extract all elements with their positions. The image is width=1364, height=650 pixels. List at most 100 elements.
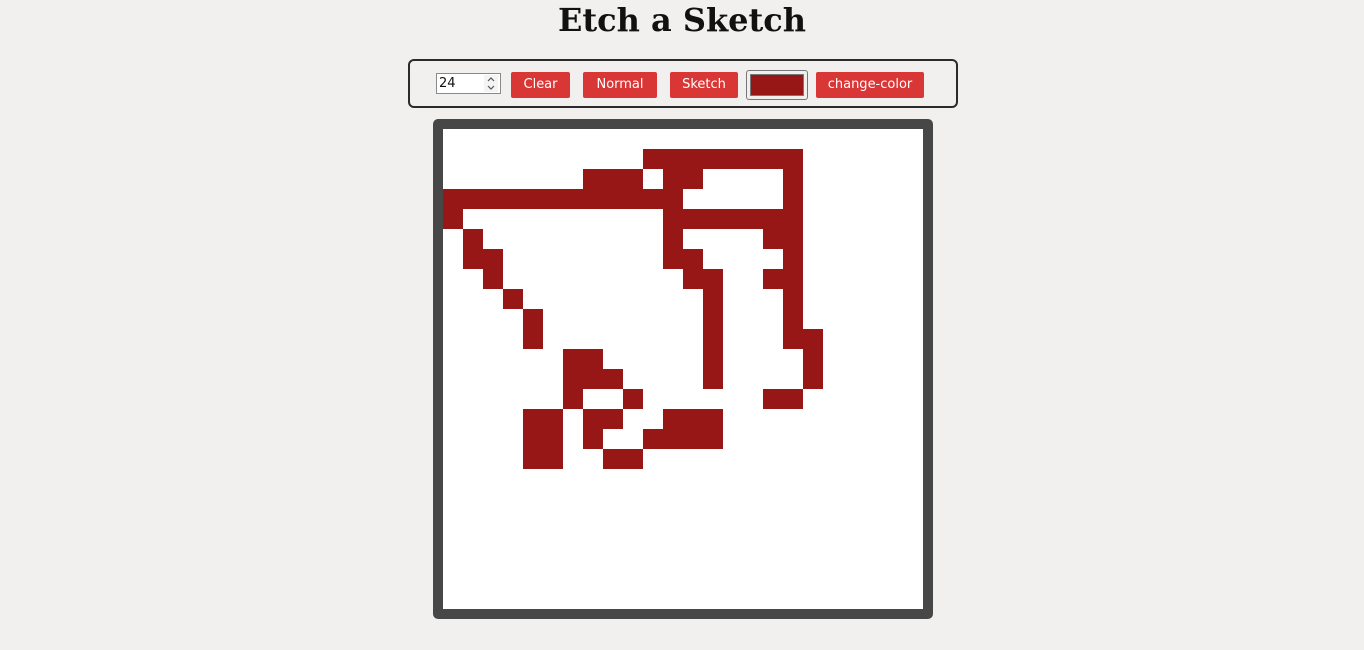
grid-cell[interactable] xyxy=(703,189,723,209)
grid-cell[interactable] xyxy=(803,409,823,429)
grid-cell[interactable] xyxy=(903,229,923,249)
grid-cell[interactable] xyxy=(823,469,843,489)
grid-cell[interactable] xyxy=(603,449,623,469)
grid-cell[interactable] xyxy=(783,369,803,389)
grid-cell[interactable] xyxy=(863,129,883,149)
grid-cell[interactable] xyxy=(483,529,503,549)
grid-cell[interactable] xyxy=(643,189,663,209)
clear-button[interactable]: Clear xyxy=(511,72,570,98)
grid-cell[interactable] xyxy=(723,369,743,389)
grid-cell[interactable] xyxy=(723,469,743,489)
grid-cell[interactable] xyxy=(903,489,923,509)
grid-cell[interactable] xyxy=(623,149,643,169)
grid-cell[interactable] xyxy=(723,249,743,269)
grid-cell[interactable] xyxy=(643,549,663,569)
grid-cell[interactable] xyxy=(763,549,783,569)
grid-cell[interactable] xyxy=(443,449,463,469)
grid-cell[interactable] xyxy=(803,469,823,489)
grid-cell[interactable] xyxy=(763,589,783,609)
grid-cell[interactable] xyxy=(783,509,803,529)
grid-cell[interactable] xyxy=(683,469,703,489)
grid-cell[interactable] xyxy=(863,449,883,469)
grid-cell[interactable] xyxy=(583,309,603,329)
grid-cell[interactable] xyxy=(603,409,623,429)
grid-cell[interactable] xyxy=(723,209,743,229)
grid-cell[interactable] xyxy=(623,249,643,269)
grid-cell[interactable] xyxy=(823,229,843,249)
grid-cell[interactable] xyxy=(563,569,583,589)
grid-cell[interactable] xyxy=(483,489,503,509)
grid-cell[interactable] xyxy=(723,149,743,169)
grid-cell[interactable] xyxy=(743,329,763,349)
grid-cell[interactable] xyxy=(883,389,903,409)
grid-cell[interactable] xyxy=(663,149,683,169)
grid-cell[interactable] xyxy=(683,269,703,289)
grid-cell[interactable] xyxy=(523,369,543,389)
grid-cell[interactable] xyxy=(683,509,703,529)
grid-cell[interactable] xyxy=(643,329,663,349)
grid-cell[interactable] xyxy=(583,349,603,369)
grid-cell[interactable] xyxy=(823,249,843,269)
grid-cell[interactable] xyxy=(843,409,863,429)
grid-cell[interactable] xyxy=(643,149,663,169)
grid-cell[interactable] xyxy=(463,249,483,269)
grid-cell[interactable] xyxy=(843,389,863,409)
grid-cell[interactable] xyxy=(803,489,823,509)
grid-cell[interactable] xyxy=(763,409,783,429)
grid-cell[interactable] xyxy=(643,469,663,489)
grid-cell[interactable] xyxy=(523,249,543,269)
grid-cell[interactable] xyxy=(863,269,883,289)
grid-cell[interactable] xyxy=(903,349,923,369)
grid-cell[interactable] xyxy=(503,349,523,369)
grid-cell[interactable] xyxy=(883,429,903,449)
grid-cell[interactable] xyxy=(823,389,843,409)
grid-cell[interactable] xyxy=(803,209,823,229)
grid-cell[interactable] xyxy=(823,209,843,229)
grid-cell[interactable] xyxy=(623,349,643,369)
grid-cell[interactable] xyxy=(523,409,543,429)
grid-cell[interactable] xyxy=(563,389,583,409)
grid-cell[interactable] xyxy=(883,509,903,529)
grid-cell[interactable] xyxy=(483,429,503,449)
grid-cell[interactable] xyxy=(483,329,503,349)
grid-cell[interactable] xyxy=(863,469,883,489)
grid-cell[interactable] xyxy=(783,229,803,249)
grid-cell[interactable] xyxy=(503,589,523,609)
grid-cell[interactable] xyxy=(803,389,823,409)
grid-cell[interactable] xyxy=(603,189,623,209)
grid-cell[interactable] xyxy=(443,289,463,309)
grid-cell[interactable] xyxy=(783,289,803,309)
grid-cell[interactable] xyxy=(903,269,923,289)
grid-cell[interactable] xyxy=(523,329,543,349)
grid-cell[interactable] xyxy=(883,209,903,229)
color-picker[interactable] xyxy=(746,70,808,100)
grid-cell[interactable] xyxy=(743,549,763,569)
grid-cell[interactable] xyxy=(443,189,463,209)
grid-cell[interactable] xyxy=(563,369,583,389)
grid-cell[interactable] xyxy=(643,509,663,529)
grid-cell[interactable] xyxy=(783,149,803,169)
grid-cell[interactable] xyxy=(783,309,803,329)
grid-cell[interactable] xyxy=(503,329,523,349)
grid-cell[interactable] xyxy=(723,509,743,529)
sketch-mode-button[interactable]: Sketch xyxy=(670,72,738,98)
grid-cell[interactable] xyxy=(603,509,623,529)
grid-cell[interactable] xyxy=(443,229,463,249)
grid-cell[interactable] xyxy=(743,569,763,589)
grid-cell[interactable] xyxy=(763,569,783,589)
grid-cell[interactable] xyxy=(863,509,883,529)
grid-cell[interactable] xyxy=(823,489,843,509)
grid-cell[interactable] xyxy=(543,209,563,229)
grid-cell[interactable] xyxy=(863,169,883,189)
grid-cell[interactable] xyxy=(863,189,883,209)
grid-cell[interactable] xyxy=(523,169,543,189)
grid-cell[interactable] xyxy=(703,369,723,389)
grid-cell[interactable] xyxy=(443,309,463,329)
grid-cell[interactable] xyxy=(463,209,483,229)
grid-cell[interactable] xyxy=(463,329,483,349)
grid-cell[interactable] xyxy=(783,249,803,269)
normal-mode-button[interactable]: Normal xyxy=(583,72,657,98)
grid-cell[interactable] xyxy=(583,369,603,389)
grid-cell[interactable] xyxy=(503,309,523,329)
grid-cell[interactable] xyxy=(703,249,723,269)
